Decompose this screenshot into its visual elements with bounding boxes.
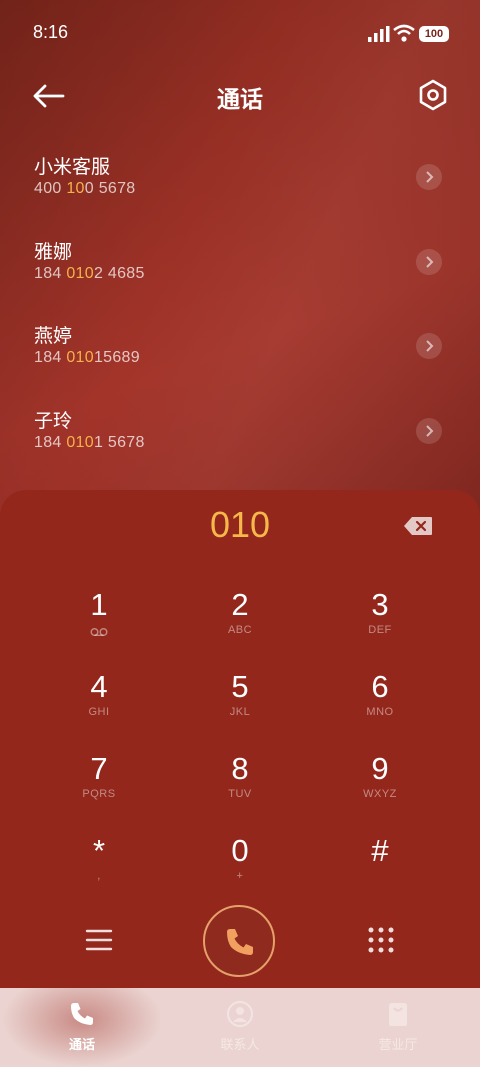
list-item[interactable]: 小米客服 400 100 5678: [0, 140, 480, 225]
key-2[interactable]: 2 ABC: [180, 588, 300, 662]
contact-number: 184 0102 4685: [34, 264, 145, 282]
contact-name: 雅娜: [34, 240, 73, 263]
chevron-right-icon[interactable]: [416, 333, 442, 359]
list-item[interactable]: 子玲 184 0101 5678: [0, 394, 480, 479]
voicemail-icon: [90, 628, 108, 636]
backspace-icon[interactable]: [403, 516, 433, 536]
key-9[interactable]: 9 WXYZ: [320, 752, 440, 826]
tab-contacts[interactable]: 联系人: [160, 988, 320, 1067]
key-3[interactable]: 3 DEF: [320, 588, 440, 662]
page-title: 通话: [217, 87, 263, 113]
contact-name: 小米客服: [34, 156, 111, 178]
contact-name: 子玲: [34, 409, 73, 432]
shopping-bag-icon: [389, 1003, 407, 1026]
key-star[interactable]: * ,: [39, 834, 159, 908]
tab-label: 联系人: [220, 1038, 260, 1053]
status-bar: 8:16 100: [0, 0, 480, 68]
tab-label: 通话: [68, 1038, 95, 1053]
person-icon: [226, 1000, 254, 1028]
phone-call-icon: [227, 929, 253, 955]
call-button[interactable]: [203, 905, 275, 977]
contact-number: 400 100 5678: [34, 180, 136, 197]
list-item[interactable]: 雅娜 184 0102 4685: [0, 225, 480, 310]
tab-service-hall[interactable]: 营业厅: [318, 988, 478, 1067]
contact-name: 燕婷: [34, 325, 73, 347]
list-item[interactable]: 燕婷 184 01015689: [0, 309, 480, 394]
menu-icon[interactable]: [84, 926, 114, 954]
wifi-icon: [393, 24, 415, 42]
status-time: 8:16: [33, 22, 69, 42]
battery-icon: 100: [419, 26, 449, 42]
key-6[interactable]: 6 MNO: [320, 670, 440, 744]
key-hash[interactable]: #: [320, 834, 440, 908]
tab-label: 营业厅: [378, 1038, 418, 1053]
key-1[interactable]: 1: [39, 588, 159, 662]
key-8[interactable]: 8 TUV: [180, 752, 300, 826]
key-5[interactable]: 5 JKL: [180, 670, 300, 744]
signal-icon: [368, 26, 390, 42]
contact-number: 184 01015689: [34, 349, 140, 366]
contact-list: 小米客服 400 100 5678 雅娜 184 0102 4685 燕婷 18…: [0, 140, 480, 478]
phone-icon: [71, 1003, 93, 1025]
bottom-tab-bar: 通话 联系人 营业厅: [0, 988, 480, 1067]
chevron-right-icon[interactable]: [416, 164, 442, 190]
key-4[interactable]: 4 GHI: [39, 670, 159, 744]
chevron-right-icon[interactable]: [416, 248, 442, 275]
chevron-right-icon[interactable]: [416, 417, 442, 444]
header: 通话: [0, 68, 480, 124]
key-0[interactable]: 0 +: [180, 834, 300, 908]
dialpad-grid-icon[interactable]: [367, 926, 395, 954]
tab-calls[interactable]: 通话: [2, 988, 162, 1067]
key-7[interactable]: 7 PQRS: [39, 752, 159, 826]
settings-icon[interactable]: [414, 76, 452, 114]
contact-number: 184 0101 5678: [34, 433, 145, 451]
